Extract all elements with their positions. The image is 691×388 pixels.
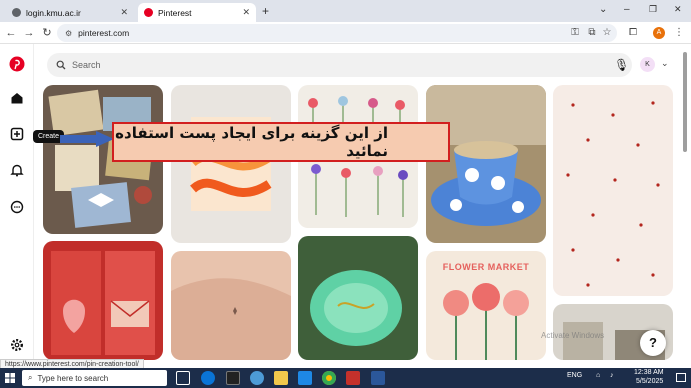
annotation-text: از این گزینه برای ایجاد پست استفاده نمائ… [115,124,388,160]
page-scrollbar[interactable] [682,48,688,358]
pin-image [553,85,673,296]
language-indicator[interactable]: ENG [567,372,582,379]
close-window-button[interactable]: ✕ [674,4,682,15]
taskbar-search-placeholder: Type here to search [37,373,109,383]
tab-kmu[interactable]: login.kmu.ac.ir ✕ [6,3,134,22]
annotation-arrow-icon [60,131,114,147]
browser-toolbar: ← → ↻ ⚙ pinterest.com ⚿ ⧉ ☆ ⧠ A ⋮ [0,22,691,44]
chevron-down-icon[interactable]: ⌄ [661,58,669,69]
messages-icon[interactable] [7,200,27,220]
search-icon: ⌕ [28,373,33,382]
extensions-icon[interactable]: ⧠ [626,26,640,40]
annotation-callout: از این گزینه برای ایجاد پست استفاده نمائ… [112,122,450,162]
back-icon[interactable]: ← [3,25,19,41]
install-app-icon[interactable]: ⧉ [585,26,599,40]
windows-taskbar: ⌕ Type here to search ENG ⌂ ♪ 12:38 AM 5… [0,368,691,388]
url-text: pinterest.com [78,28,130,38]
search-icon [56,60,66,70]
pin-cloud-mug[interactable] [426,85,546,243]
pin-shoulder-tattoo[interactable] [171,251,291,360]
notification-center-icon[interactable] [676,373,686,382]
microphone-icon[interactable]: 🎙 [614,58,629,72]
poster-title: FLOWER MARKET [442,262,530,272]
edge-icon[interactable] [201,371,215,385]
user-avatar[interactable]: K [640,57,655,72]
volume-icon[interactable]: ♪ [610,372,614,379]
create-icon[interactable] [7,127,27,147]
menu-icon[interactable]: ⋮ [672,26,686,40]
pin-wavy-art[interactable] [171,85,291,243]
key-icon[interactable]: ⚿ [568,26,582,40]
site-info-icon[interactable]: ⚙ [65,29,72,38]
clock-date[interactable]: 5/5/2025 [636,378,663,385]
tab-title: login.kmu.ac.ir [26,7,81,18]
file-explorer-icon[interactable] [274,371,288,385]
chrome-icon[interactable] [322,371,336,385]
new-tab-button[interactable]: + [262,4,269,18]
minimize-button[interactable]: – [624,4,630,15]
pin-image [426,85,546,243]
pinterest-logo-icon [144,8,153,17]
pin-image [298,236,418,360]
address-bar[interactable]: ⚙ pinterest.com [57,24,617,42]
close-tab-icon[interactable]: ✕ [242,7,250,18]
pdf-app-icon[interactable] [346,371,360,385]
close-tab-icon[interactable]: ✕ [120,7,128,18]
app-icon[interactable] [250,371,264,385]
windows-activation-watermark: Activate Windows [541,331,605,340]
pin-green-dish[interactable] [298,236,418,360]
profile-avatar[interactable]: A [653,27,665,39]
pin-image [171,251,291,360]
network-icon[interactable]: ⌂ [596,372,600,379]
task-view-icon[interactable] [176,371,190,385]
clock-time[interactable]: 12:38 AM [634,369,664,376]
tab-search-icon[interactable]: ⌄ [599,4,607,15]
scrollbar-thumb[interactable] [683,52,687,152]
pinterest-logo-icon[interactable] [9,56,25,72]
pin-flower-market-poster[interactable]: FLOWER MARKET [426,251,546,360]
search-input[interactable]: Search [47,53,632,77]
en-app-icon[interactable] [226,371,240,385]
taskbar-search-input[interactable]: ⌕ Type here to search [22,370,167,386]
tab-pinterest[interactable]: Pinterest ✕ [138,3,256,22]
bookmark-star-icon[interactable]: ☆ [600,26,614,40]
word-icon[interactable] [371,371,385,385]
pin-image [171,85,291,243]
help-button[interactable]: ? [640,330,666,356]
notifications-icon[interactable] [7,163,27,183]
browser-tab-strip: login.kmu.ac.ir ✕ Pinterest ✕ + ⌄ – ❐ ✕ [0,0,691,22]
maximize-button[interactable]: ❐ [649,4,657,15]
windows-start-icon[interactable] [5,373,15,383]
pin-image [43,241,163,360]
tab-title: Pinterest [158,7,192,18]
pin-heart-pattern[interactable] [553,85,673,296]
forward-icon[interactable]: → [21,25,37,41]
reload-icon[interactable]: ↻ [39,25,55,41]
globe-icon [12,8,21,17]
home-icon[interactable] [7,91,27,111]
search-placeholder: Search [72,60,101,70]
mail-icon[interactable] [298,371,312,385]
pinterest-sidebar [0,44,34,360]
pin-red-journal[interactable] [43,241,163,360]
settings-icon[interactable] [7,338,27,358]
